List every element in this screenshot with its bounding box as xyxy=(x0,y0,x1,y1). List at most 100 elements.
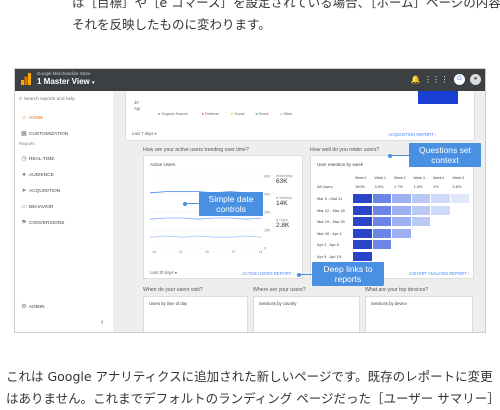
sidebar-item-label: ADMIN xyxy=(29,305,45,310)
avatar[interactable]: ● xyxy=(470,74,481,85)
week-header: Week 2 xyxy=(394,176,406,180)
card-title: Sessions by country xyxy=(259,301,297,306)
cohort-cell xyxy=(411,217,430,226)
cohort-cell xyxy=(411,194,430,203)
cohort-cell xyxy=(353,217,372,226)
cohort-cell xyxy=(431,194,450,203)
legend-entry: ● Direct xyxy=(255,112,268,116)
apps-grid-icon[interactable]: ⋮⋮ xyxy=(424,74,440,85)
date-range-selector[interactable]: Last 30 days ▾ xyxy=(150,270,177,275)
article-paragraph-bottom-line2: はありません。これまでデフォルトのランディング ページだった［ユーザー サマリー… xyxy=(6,391,500,406)
cohort-cell xyxy=(353,251,372,261)
cohort-cell xyxy=(450,194,469,203)
sidebar-item-label: ACQUISITION xyxy=(29,189,61,194)
legend-label: Direct xyxy=(257,112,269,116)
card-title: Active Users xyxy=(150,162,176,167)
notifications-bell-icon[interactable]: 🔔 xyxy=(410,74,421,85)
cohort-analysis-report-link[interactable]: COHORT ANALYSIS REPORT › xyxy=(409,271,469,276)
sidebar-item-label: BEHAVIOR xyxy=(29,205,54,210)
sidebar-item-conversions[interactable]: ⚑ CONVERSIONS xyxy=(19,218,64,228)
clock-icon: ◷ xyxy=(21,156,27,162)
x-tick-label: 14 xyxy=(258,250,262,254)
row-label: Mar 19 - Mar 25 xyxy=(317,219,345,224)
search-icon: ⌕ xyxy=(19,96,23,102)
row-label: All Users xyxy=(317,184,333,189)
question-top-devices: What are your top devices? xyxy=(365,287,429,293)
sidebar-item-label: HOME xyxy=(29,116,44,121)
sidebar-item-admin[interactable]: ⚙ ADMIN xyxy=(19,302,44,312)
x-tick-label: 30 xyxy=(134,100,139,105)
callout-pointer-line xyxy=(186,203,200,204)
sidebar-item-acquisition[interactable]: ➤ ACQUISITION xyxy=(19,186,60,196)
cohort-cell xyxy=(431,205,450,215)
country-card: Sessions by country xyxy=(253,296,360,332)
main-content: Apr 30 ● Organic Search ● Referral ● Socia… xyxy=(113,91,485,332)
sidebar-item-label: AUDIENCE xyxy=(29,173,54,178)
home-icon: ⌂ xyxy=(22,115,26,121)
legend-entry: ● Referral xyxy=(202,112,219,116)
sidebar-item-label: CUSTOMIZATION xyxy=(29,132,69,137)
search-field[interactable]: ⌕ Search reports and help xyxy=(19,96,75,103)
legend-entry: ● Organic Search xyxy=(158,112,188,116)
cohort-cell xyxy=(372,205,391,215)
cohort-cell xyxy=(372,217,391,226)
account-name[interactable]: Google Merchandise Store xyxy=(37,71,91,76)
cohort-cell xyxy=(353,228,372,238)
x-tick-label: 30 xyxy=(205,250,209,254)
retention-value: 1.7% xyxy=(394,184,403,189)
device-card: Sessions by device xyxy=(365,296,473,332)
view-name: 1 Master View xyxy=(37,77,90,86)
article-paragraph-top-line1: は［目標］や［e コマース］を設定されている場合、［ホーム］ページの内容は xyxy=(72,0,500,10)
cohort-cell xyxy=(353,194,372,203)
analytics-logo-icon xyxy=(21,73,31,85)
time-of-day-card: Users by time of day xyxy=(143,296,248,332)
series-line-daily xyxy=(150,235,263,238)
dropdown-caret-icon: ▾ xyxy=(92,80,95,86)
card-title: Users by time of day xyxy=(149,301,188,306)
search-placeholder: Search reports and help xyxy=(23,97,75,102)
cohort-cell xyxy=(392,228,411,238)
metric-weekly: ● Weekly 14K xyxy=(276,196,292,207)
legend-label: Other xyxy=(281,112,293,116)
week-header: Week 0 xyxy=(355,176,367,180)
sidebar-item-behavior[interactable]: ▭ BEHAVIOR xyxy=(19,202,53,212)
legend-label: Social xyxy=(233,112,245,116)
row-label: Mar 26 - Apr 1 xyxy=(317,230,342,236)
active-users-report-link[interactable]: ACTIVE USERS REPORT › xyxy=(242,271,294,276)
more-vert-icon[interactable]: ⋮ xyxy=(439,74,450,85)
row-label: Apr 9 - Apr 15 xyxy=(317,253,342,259)
cohort-cell xyxy=(353,205,372,215)
google-account-icon[interactable]: G xyxy=(454,74,465,85)
sidebar-item-home[interactable]: ⌂ HOME xyxy=(19,113,43,123)
acquisition-card: Apr 30 ● Organic Search ● Referral ● Socia… xyxy=(125,91,475,141)
cohort-cell xyxy=(411,205,430,215)
view-selector[interactable]: 1 Master View ▾ xyxy=(37,77,95,86)
acquisition-report-link[interactable]: ACQUISITION REPORT › xyxy=(388,132,436,137)
callout-simple-date-controls: Simple date controls xyxy=(199,192,263,216)
sidebar-item-customization[interactable]: ▦ CUSTOMIZATION xyxy=(19,129,68,139)
sidebar: ⌕ Search reports and help ⌂ HOME ▦ CUSTOMIZ… xyxy=(15,91,114,332)
y-tick-label: 45K xyxy=(264,193,271,197)
metric-value: 14K xyxy=(276,200,288,207)
question-when-visit: When do your users visit? xyxy=(143,287,203,293)
question-retention: How well do you retain users? xyxy=(310,147,380,153)
x-tick-label: 23 xyxy=(179,250,183,254)
metric-value: 2.8K xyxy=(276,222,290,229)
retention-value: 0.6% xyxy=(452,184,462,189)
question-where-users: Where are your users? xyxy=(253,287,306,293)
sidebar-item-label: CONVERSIONS xyxy=(29,221,65,226)
sidebar-item-real-time[interactable]: ◷ REAL-TIME xyxy=(19,154,55,164)
top-app-bar: Google Merchandise Store 1 Master View ▾… xyxy=(15,69,485,91)
cohort-cell xyxy=(372,240,391,249)
sidebar-item-label: REAL-TIME xyxy=(29,157,55,162)
week-header: Week 5 xyxy=(452,176,464,180)
gear-icon: ⚙ xyxy=(21,304,27,310)
article-paragraph-top-line2: それを反映したものに変わります。 xyxy=(72,17,271,32)
person-icon: ● xyxy=(22,172,26,178)
legend-entry: ● Other xyxy=(280,112,293,116)
series-line-weekly xyxy=(150,217,263,220)
date-range-selector[interactable]: Last 7 days ▾ xyxy=(132,131,157,136)
x-tick-label: Apr xyxy=(134,106,141,111)
collapse-sidebar-button[interactable]: ‹ xyxy=(101,318,103,328)
sidebar-item-audience[interactable]: ● AUDIENCE xyxy=(19,170,54,180)
